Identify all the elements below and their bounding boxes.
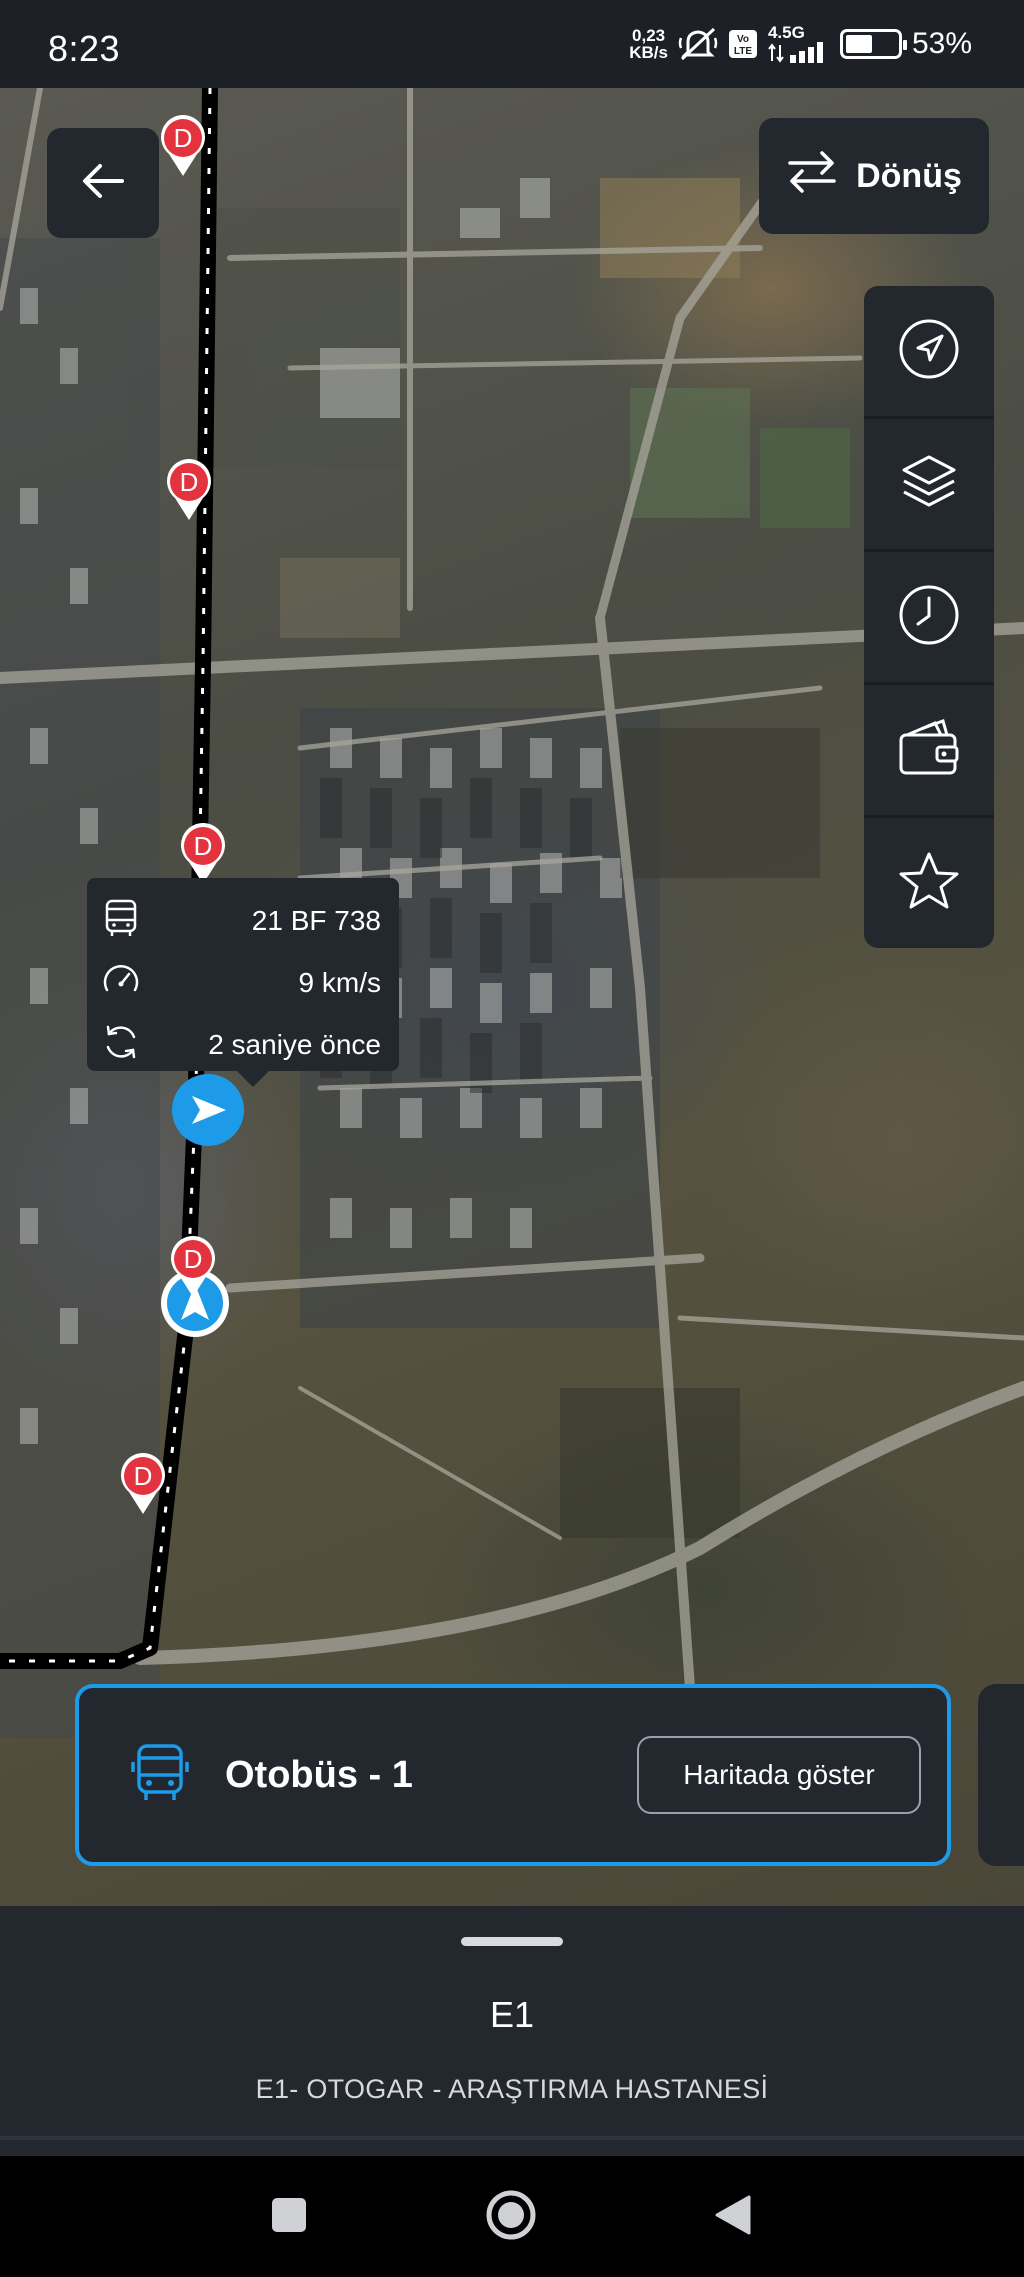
stop-marker[interactable]: D xyxy=(157,114,209,178)
system-nav-bar xyxy=(0,2156,1024,2277)
status-bar: 8:23 0,23 KB/s Vo LTE 4.5G 53% xyxy=(0,0,1024,88)
return-direction-label: Dönüş xyxy=(856,156,962,195)
layers-button[interactable] xyxy=(864,419,994,552)
vehicle-card[interactable]: Otobüs - 1 Haritada göster xyxy=(75,1684,951,1866)
arrow-left-icon xyxy=(80,161,126,206)
stop-marker[interactable]: D xyxy=(117,1452,169,1516)
bus-plate-row: 21 BF 738 xyxy=(101,890,381,952)
schedule-button[interactable] xyxy=(864,552,994,685)
fare-button[interactable] xyxy=(864,685,994,818)
net-speed: 0,23 KB/s xyxy=(629,27,668,61)
clock-icon xyxy=(898,584,960,651)
line-name: E1- OTOGAR - ARAŞTIRMA HASTANESİ xyxy=(255,2074,769,2104)
locate-button[interactable] xyxy=(864,286,994,419)
bus-icon xyxy=(101,898,141,945)
home-circle-icon xyxy=(485,2189,537,2246)
triangle-back-icon xyxy=(713,2194,753,2241)
map-view[interactable]: D D D D D Dönüş 21 BF 738 9 km/s 2 saniy… xyxy=(0,88,1024,1906)
signal-icon: 4.5G xyxy=(768,24,830,63)
bus-last-update: 2 saniye önce xyxy=(208,1029,381,1060)
line-code: E1 xyxy=(489,1994,535,2035)
back-button[interactable] xyxy=(47,128,159,238)
bus-plate: 21 BF 738 xyxy=(251,905,381,936)
map-tools-panel xyxy=(864,286,994,948)
battery-fill xyxy=(845,34,873,53)
app-screen: 8:23 0,23 KB/s Vo LTE 4.5G 53% D D D D D… xyxy=(0,0,1024,2277)
svg-text:LTE: LTE xyxy=(734,46,752,57)
star-icon xyxy=(897,850,961,917)
status-time: 8:23 xyxy=(48,28,121,69)
svg-text:D: D xyxy=(184,1244,203,1274)
svg-text:D: D xyxy=(180,467,199,497)
bus-icon xyxy=(131,1742,189,1809)
svg-text:D: D xyxy=(174,123,193,153)
speedometer-icon xyxy=(101,960,141,1007)
svg-text:Vo: Vo xyxy=(737,34,749,45)
svg-text:D: D xyxy=(134,1461,153,1491)
sheet-drag-handle[interactable] xyxy=(461,1937,563,1946)
battery-percent: 53% xyxy=(911,26,972,60)
mute-icon xyxy=(678,26,718,62)
stop-marker[interactable]: D xyxy=(163,458,215,522)
volte-icon: Vo LTE xyxy=(728,29,758,59)
bus-updated-row: 2 saniye önce xyxy=(101,1014,381,1076)
navigation-arrow-icon xyxy=(898,318,960,385)
wallet-icon xyxy=(897,717,961,784)
line-bottom-sheet[interactable]: E1 E1- OTOGAR - ARAŞTIRMA HASTANESİ xyxy=(0,1906,1024,2156)
recents-button[interactable] xyxy=(256,2184,322,2250)
show-on-map-button[interactable]: Haritada göster xyxy=(637,1736,921,1814)
bus-info-popup: 21 BF 738 9 km/s 2 saniye önce xyxy=(87,878,399,1087)
sheet-divider xyxy=(0,2136,1024,2140)
battery-icon xyxy=(839,28,907,59)
square-icon xyxy=(270,2196,308,2239)
bus-speed: 9 km/s xyxy=(298,967,381,998)
stop-marker[interactable]: D xyxy=(167,1235,219,1299)
net-speed-unit: KB/s xyxy=(629,42,668,62)
layers-icon xyxy=(898,451,960,518)
bus-speed-row: 9 km/s xyxy=(101,952,381,1014)
next-vehicle-card[interactable] xyxy=(978,1684,1024,1866)
home-button[interactable] xyxy=(478,2184,544,2250)
status-icons: 0,23 KB/s Vo LTE 4.5G 53% xyxy=(629,24,972,63)
vehicle-title: Otobüs - 1 xyxy=(225,1753,413,1796)
back-nav-button[interactable] xyxy=(700,2184,766,2250)
stop-marker[interactable]: D xyxy=(177,822,229,886)
network-type: 4.5G xyxy=(767,23,805,42)
return-direction-button[interactable]: Dönüş xyxy=(759,118,989,234)
refresh-icon xyxy=(101,1022,141,1069)
favorite-button[interactable] xyxy=(864,818,994,948)
swap-arrows-icon xyxy=(786,150,838,203)
net-speed-value: 0,23 xyxy=(632,25,666,45)
svg-text:D: D xyxy=(194,831,213,861)
